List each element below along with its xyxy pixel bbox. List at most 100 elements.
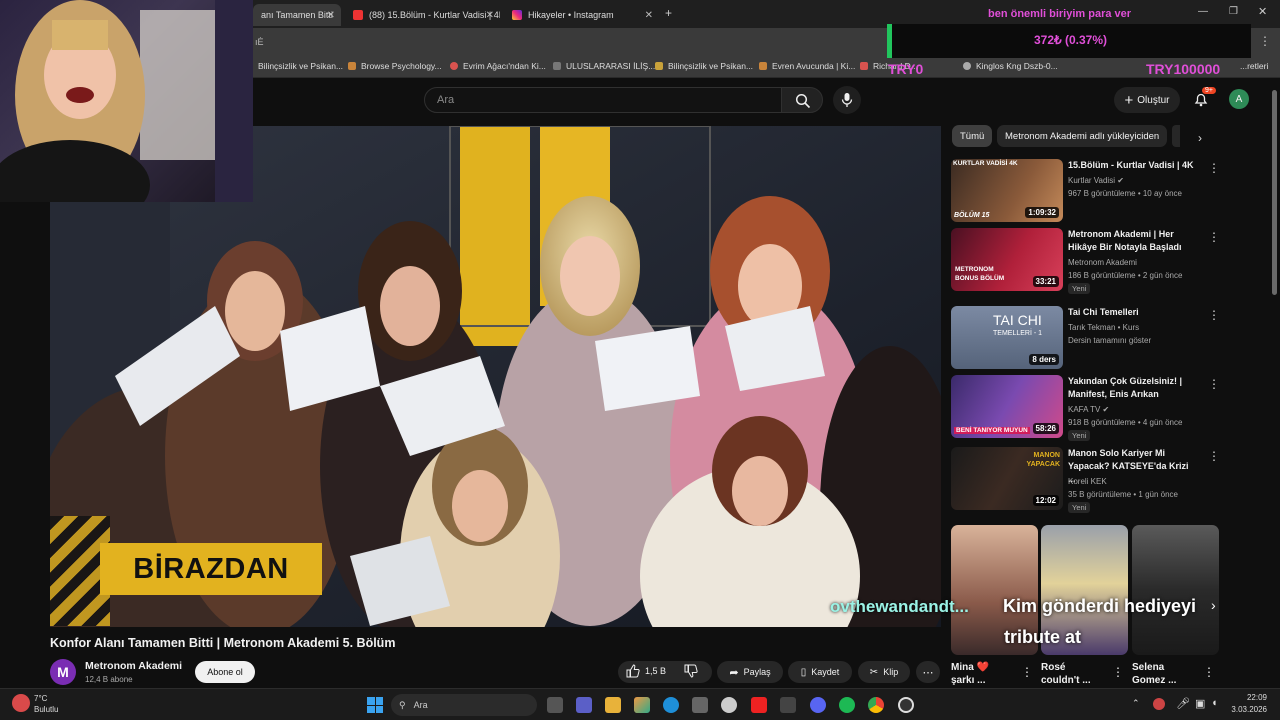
- more-options-icon[interactable]: ⋮: [1208, 308, 1220, 322]
- shorts-next-icon[interactable]: ›: [1211, 597, 1216, 613]
- more-options-icon[interactable]: ⋮: [1208, 449, 1220, 463]
- tab-close-icon[interactable]: ✕: [486, 10, 494, 21]
- clock-time[interactable]: 22:09: [1221, 693, 1267, 702]
- verified-icon: ✔: [1117, 176, 1124, 185]
- instagram-favicon-icon: [512, 10, 522, 20]
- file-explorer-icon[interactable]: [605, 697, 621, 713]
- donation-goal-amount: 372₺ (0.37%): [1033, 33, 1107, 47]
- bookmark[interactable]: Evrim Ağacı'ndan Ki...: [450, 61, 546, 71]
- bookmark-icon: ▯: [800, 666, 807, 678]
- recommendation-item[interactable]: MANON YAPACAK 12:02 Manon Solo Kariyer M…: [951, 447, 1236, 513]
- recommendation-meta: 35 B görüntüleme • 1 gün önce: [1068, 490, 1178, 499]
- thumbs-down-icon: [684, 664, 698, 678]
- recommendation-title: Metronom Akademi | Her Hikâye Bir Notayl…: [1068, 229, 1182, 252]
- tab-kurtlar-vadisi[interactable]: (88) 15.Bölüm - Kurtlar Vadisi | 4K ✕: [345, 4, 500, 26]
- teams-icon[interactable]: [576, 697, 592, 713]
- bookmark[interactable]: ...retleri: [1240, 61, 1268, 71]
- chrome-icon[interactable]: [868, 697, 884, 713]
- maximize-icon[interactable]: ❐: [1229, 6, 1238, 17]
- dislike-button[interactable]: [684, 664, 698, 683]
- taskbar-search[interactable]: ⚲ Ara: [391, 694, 537, 716]
- weather-desc: Bulutlu: [34, 705, 59, 714]
- volume-icon[interactable]: ◖: [1211, 697, 1218, 709]
- store-icon[interactable]: [692, 697, 708, 713]
- short-thumbnail[interactable]: [1132, 525, 1219, 655]
- recommendation-item[interactable]: TAI CHI TEMELLERİ - 1 8 ders Tai Chi Tem…: [951, 306, 1236, 372]
- browser-menu-icon[interactable]: ⋮: [1259, 34, 1271, 48]
- search-input[interactable]: Ara: [424, 87, 782, 113]
- edge-icon[interactable]: [663, 697, 679, 713]
- more-options-icon[interactable]: ⋮: [1208, 161, 1220, 175]
- spotify-icon[interactable]: [839, 697, 855, 713]
- save-button[interactable]: ▯ Kaydet: [788, 661, 852, 683]
- alert-username: ovthewandandt...: [830, 597, 969, 616]
- obs-icon[interactable]: [898, 697, 914, 713]
- channel-avatar[interactable]: M: [50, 659, 76, 685]
- tab-active[interactable]: anı Tamamen Bitti ✕: [253, 4, 341, 26]
- subscribe-button[interactable]: Abone ol: [195, 661, 255, 683]
- scrollbar-thumb[interactable]: [1272, 90, 1277, 295]
- duration-badge: 1:09:32: [1025, 207, 1059, 218]
- create-button[interactable]: + Oluştur: [1114, 87, 1180, 113]
- discord-icon[interactable]: [810, 697, 826, 713]
- webcam-overlay: [0, 0, 253, 202]
- more-options-icon[interactable]: ⋮: [1208, 230, 1220, 244]
- more-actions-icon[interactable]: ⋯: [916, 661, 940, 683]
- bookmark[interactable]: Kinglos Kng Dszb-0...: [963, 61, 1058, 71]
- bookmark-icon: [759, 62, 767, 70]
- more-options-icon[interactable]: ⋮: [1112, 665, 1124, 679]
- short-title: Selena Gomez ...: [1132, 662, 1177, 686]
- clip-button[interactable]: ✂ Klip: [858, 661, 910, 683]
- bookmark[interactable]: Browse Psychology...: [348, 61, 442, 71]
- voice-search-button[interactable]: [833, 86, 861, 114]
- course-link[interactable]: Dersin tamamını göster: [1068, 336, 1151, 345]
- chip-uploader[interactable]: Metronom Akademi adlı yükleyiciden: [997, 125, 1168, 147]
- windows-taskbar: 7°C Bulutlu ⚲ Ara ⌃ 🎤︎ ▣ ◖ 22:09 3.03.202…: [0, 688, 1280, 720]
- microphone-icon: [841, 93, 853, 107]
- more-options-icon[interactable]: ⋮: [1021, 665, 1033, 679]
- tab-instagram[interactable]: Hikayeler • Instagram ✕: [504, 4, 659, 26]
- webcam-feed: [0, 0, 253, 202]
- chip-all[interactable]: Tümü: [952, 125, 993, 147]
- task-view-icon[interactable]: [547, 697, 563, 713]
- network-icon[interactable]: ▣: [1195, 697, 1205, 710]
- minimize-icon[interactable]: —: [1198, 6, 1208, 17]
- tray-app-icon[interactable]: [1153, 698, 1165, 710]
- tab-label: Hikayeler • Instagram: [528, 10, 614, 20]
- close-window-icon[interactable]: ✕: [1258, 5, 1267, 18]
- bookmark[interactable]: Bilinçsizlik ve Psikan...: [655, 61, 753, 71]
- short-title: Mina ❤️ şarkı ...: [951, 662, 990, 686]
- chatgpt-icon[interactable]: [721, 697, 737, 713]
- new-tab-icon[interactable]: +: [665, 6, 672, 20]
- youtube-app-icon[interactable]: [751, 697, 767, 713]
- tab-close-icon[interactable]: ✕: [645, 10, 653, 21]
- tab-close-icon[interactable]: ✕: [327, 10, 335, 21]
- xbox-icon[interactable]: [780, 697, 796, 713]
- like-button[interactable]: 1,5 B: [626, 664, 666, 678]
- video-overlay-text: BİRAZDAN: [133, 552, 289, 585]
- start-button[interactable]: [367, 697, 383, 713]
- notifications-button[interactable]: 9+: [1193, 87, 1216, 112]
- clock-date[interactable]: 3.03.2026: [1221, 705, 1267, 714]
- microphone-icon[interactable]: 🎤︎: [1176, 697, 1190, 710]
- channel-name[interactable]: Metronom Akademi: [85, 660, 182, 672]
- chevron-up-icon[interactable]: ⌃: [1132, 698, 1140, 709]
- recommendation-thumbnail: BENİ TANIYOR MUYUN 58:26: [951, 375, 1063, 438]
- more-options-icon[interactable]: ⋮: [1208, 377, 1220, 391]
- recommendation-item[interactable]: KURTLAR VADİSİ 4K BÖLÜM 15 1:09:32 15.Bö…: [951, 159, 1236, 225]
- recommendation-thumbnail: TAI CHI TEMELLERİ - 1 8 ders: [951, 306, 1063, 369]
- recommendation-item[interactable]: BENİ TANIYOR MUYUN 58:26 Yakından Çok Gü…: [951, 375, 1236, 441]
- chevron-right-icon[interactable]: ›: [1198, 131, 1202, 145]
- bookmark[interactable]: ULUSLARARASI İLİŞ...: [553, 61, 655, 71]
- search-button[interactable]: [781, 87, 823, 113]
- avatar[interactable]: A: [1229, 89, 1249, 109]
- weather-icon[interactable]: [12, 694, 30, 712]
- bookmark[interactable]: Evren Avucunda | Ki...: [759, 61, 855, 71]
- more-options-icon[interactable]: ⋮: [1203, 665, 1215, 679]
- bookmark[interactable]: Bilinçsizlik ve Psikan...: [258, 61, 343, 71]
- copilot-icon[interactable]: [634, 697, 650, 713]
- metronom-logo-icon: M: [57, 664, 69, 680]
- recommendation-channel: Koreli KEK: [1068, 477, 1107, 486]
- share-button[interactable]: ➦ Paylaş: [717, 661, 783, 683]
- recommendation-item[interactable]: METRONOM BONUS BÖLÜM 33:21 Metronom Akad…: [951, 228, 1236, 294]
